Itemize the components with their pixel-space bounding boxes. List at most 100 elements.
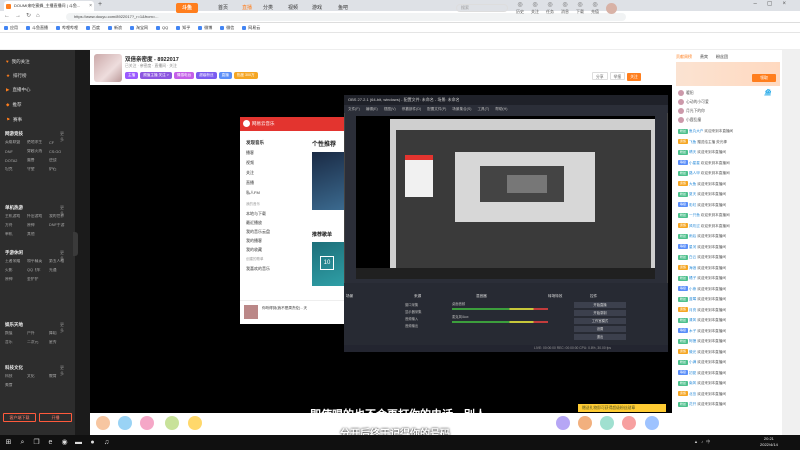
obs-icon[interactable]: ● [88,438,97,447]
obs-source-item[interactable]: 窗口采集 [405,302,418,307]
url-field[interactable]: https://www.douyu.com/8922017?_r=1&from=… [66,13,626,21]
gift-icon[interactable] [188,416,202,430]
obs-menu-item[interactable]: 视图(V) [384,107,396,111]
sidebar-category[interactable]: 守望 [27,167,49,172]
task-icon[interactable]: ◎ 任务 [545,2,555,15]
bookmark-item[interactable]: 斗鱼直播 [26,25,48,30]
obs-menu-item[interactable]: 工具(T) [477,107,489,111]
gift-promo[interactable]: 赠送礼物即可获得超级粉丝勋章 [578,404,666,412]
streamer-tag[interactable]: 超级粉丝 [196,72,217,79]
netease-menu-item[interactable]: 我喜欢的音乐 [246,266,270,272]
obs-menu-item[interactable]: 帮助(H) [495,107,507,111]
nav-buttons[interactable]: ←→↻⌂ [4,12,45,19]
obs-control-button[interactable]: 开始直播 [574,302,626,308]
bookmark-item[interactable]: 网易云 [242,25,260,30]
sidebar-category[interactable]: 金铲铲 [27,277,49,282]
streamer-tag[interactable]: 颜值主播 关注 > [140,72,172,79]
gift-icon[interactable] [165,416,179,430]
sidebar-section-title[interactable]: 娱乐天地 更多 [5,322,64,333]
netease-menu-item[interactable]: 私人FM [246,190,260,196]
history-icon[interactable]: ◎ 历史 [515,2,525,15]
nav-link[interactable]: 首页 [218,4,228,11]
obs-menu-item[interactable]: 文件(F) [348,107,360,111]
sidebar-category[interactable]: 二次元 [27,340,49,345]
rank-tabs[interactable]: 贡献周榜 贵宾 粉丝团 [676,54,736,60]
sidebar-category[interactable]: 和平精英 [27,259,49,264]
gift-icon[interactable] [118,416,132,430]
sidebar-top-item[interactable]: ★ 排行榜 [6,73,27,79]
sidebar-category[interactable]: 方舟 [5,223,27,228]
sidebar-category[interactable]: 教育 [49,374,71,379]
bookmark-item[interactable]: 哔哩哔哩 [56,25,78,30]
sidebar-category[interactable]: 王者荣耀 [5,259,27,264]
folder-icon[interactable]: ▬ [74,438,83,447]
sidebar-top-item[interactable]: ▶ 直播中心 [6,87,30,93]
streamer-tag[interactable]: 主播 [125,72,139,79]
collapse-sidebar-handle[interactable] [73,232,78,256]
stream-action-button[interactable]: 关注 [627,73,641,81]
search-icon[interactable]: ⌕ [18,438,27,447]
obs-source-item[interactable]: 音频输出 [405,323,418,328]
sidebar-category[interactable]: CF [49,141,71,145]
gift-icon[interactable] [600,416,614,430]
obs-control-button[interactable]: 设置 [574,326,626,332]
nav-link[interactable]: 游戏 [312,4,322,11]
netease-menu-item[interactable]: 本地与下载 [246,211,266,217]
sidebar-category[interactable]: 单机 [5,232,27,237]
rank-tab[interactable]: 贵宾 [700,54,708,59]
sidebar-button[interactable]: 客户端下载 [3,413,36,422]
gift-icon[interactable] [556,416,570,430]
chat-username[interactable]: 一只鱼 [689,213,700,217]
douyu-logo[interactable]: 斗鱼 [176,3,198,13]
bookmark-item[interactable]: 淘宝网 [130,25,148,30]
sidebar-category[interactable]: CS:GO [49,150,71,154]
chat-username[interactable]: 小星星 [689,161,700,165]
sidebar-top-item[interactable]: ◆ 推荐 [6,102,21,108]
bookmark-item[interactable]: 微博 [198,25,212,30]
edge-icon[interactable]: e [46,438,55,447]
streamer-avatar[interactable] [94,54,122,82]
nav-link[interactable]: 直播 [242,4,252,11]
sidebar-category[interactable]: 光遇 [49,268,71,273]
sidebar-section-title[interactable]: 网游竞技 更多 [5,131,64,142]
follow-icon[interactable]: ◎ 关注 [530,2,540,15]
chat-username[interactable]: 风吹过 [689,224,700,228]
sidebar-category[interactable]: 魔兽 [27,158,49,163]
sidebar-category[interactable]: 怀旧游戏 [27,214,49,219]
streamer-tag[interactable]: 情感电台 [173,72,195,79]
bookmark-item[interactable]: QQ [156,25,168,30]
obs-control-button[interactable]: 退出 [574,334,626,340]
bookmark-item[interactable]: 百度 [86,25,100,30]
obs-control-button[interactable]: 工作室模式 [574,318,626,324]
netease-menu-item[interactable]: 我的收藏 [246,247,262,253]
system-tray[interactable]: ▲ ♪ 中 [694,439,711,445]
nav-link[interactable]: 分类 [263,4,273,11]
nav-link[interactable]: 鱼吧 [338,4,348,11]
bookmark-item[interactable]: 微信 [220,25,234,30]
netease-menu-item[interactable]: 我的音乐云盘 [246,229,270,235]
stream-action-button[interactable]: 举报 [609,72,626,80]
sidebar-category[interactable]: 科技 [5,374,27,379]
sidebar-category[interactable]: 颜值 [5,331,27,336]
page-scrollbar[interactable] [782,50,800,435]
message-icon[interactable]: ◎ 消息 [560,2,570,15]
window-controls[interactable]: –▢× [753,0,796,7]
sidebar-section-title[interactable]: 单机热游 更多 [5,205,64,216]
sidebar-category[interactable]: 原神 [27,223,49,228]
netease-menu-item[interactable]: 我的播客 [246,238,262,244]
obs-source-item[interactable]: 显示器采集 [405,309,421,314]
streamer-tag[interactable]: 直播 [218,72,232,79]
sidebar-category[interactable]: 逆战 [49,158,71,163]
netease-menu-item[interactable]: 直播 [246,180,254,186]
bookmark-item[interactable]: 新浪 [108,25,122,30]
close-tab-icon[interactable]: × [89,1,92,11]
sidebar-category[interactable]: 音乐 [5,340,27,345]
obs-menu-item[interactable]: 编辑(E) [366,107,378,111]
new-tab-icon[interactable]: + [98,1,102,8]
sidebar-category[interactable]: QQ飞车 [27,268,49,273]
sidebar-category[interactable]: 炉石 [49,167,71,172]
obs-source-item[interactable]: 音频输入 [405,316,418,321]
gift-icon[interactable] [140,416,154,430]
bookmark-item[interactable]: 应用 [4,25,18,30]
sidebar-category[interactable]: 原神 [5,277,27,282]
